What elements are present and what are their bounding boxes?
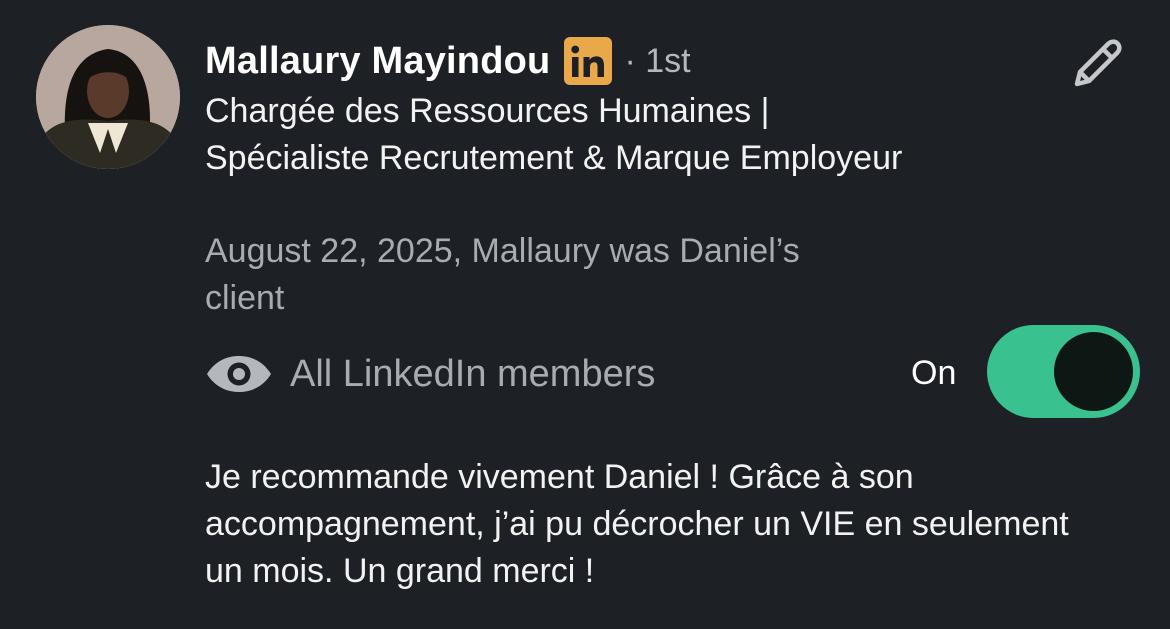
author-name[interactable]: Mallaury Mayindou: [205, 40, 550, 83]
toggle-knob: [1054, 332, 1133, 411]
toggle-label: On: [911, 354, 957, 392]
recommendation-text: Je recommande vivement Daniel ! Grâce à …: [205, 458, 1069, 590]
visibility-setting: All LinkedIn members: [205, 349, 655, 399]
eye-icon: [207, 356, 271, 392]
avatar-photo: [36, 25, 180, 169]
visibility-toggle[interactable]: [987, 325, 1140, 418]
author-headline: Chargée des Ressources Humaines | Spécia…: [205, 92, 903, 177]
avatar[interactable]: [36, 25, 180, 169]
pencil-icon: [1074, 39, 1122, 87]
visibility-label: All LinkedIn members: [290, 352, 656, 395]
relationship-text: August 22, 2025, Mallaury was Daniel’s c…: [205, 232, 800, 317]
connection-degree: · 1st: [624, 41, 691, 80]
author-row: Mallaury Mayindou · 1st: [205, 36, 691, 86]
edit-button[interactable]: [1062, 27, 1134, 99]
linkedin-badge-icon: [564, 37, 613, 85]
